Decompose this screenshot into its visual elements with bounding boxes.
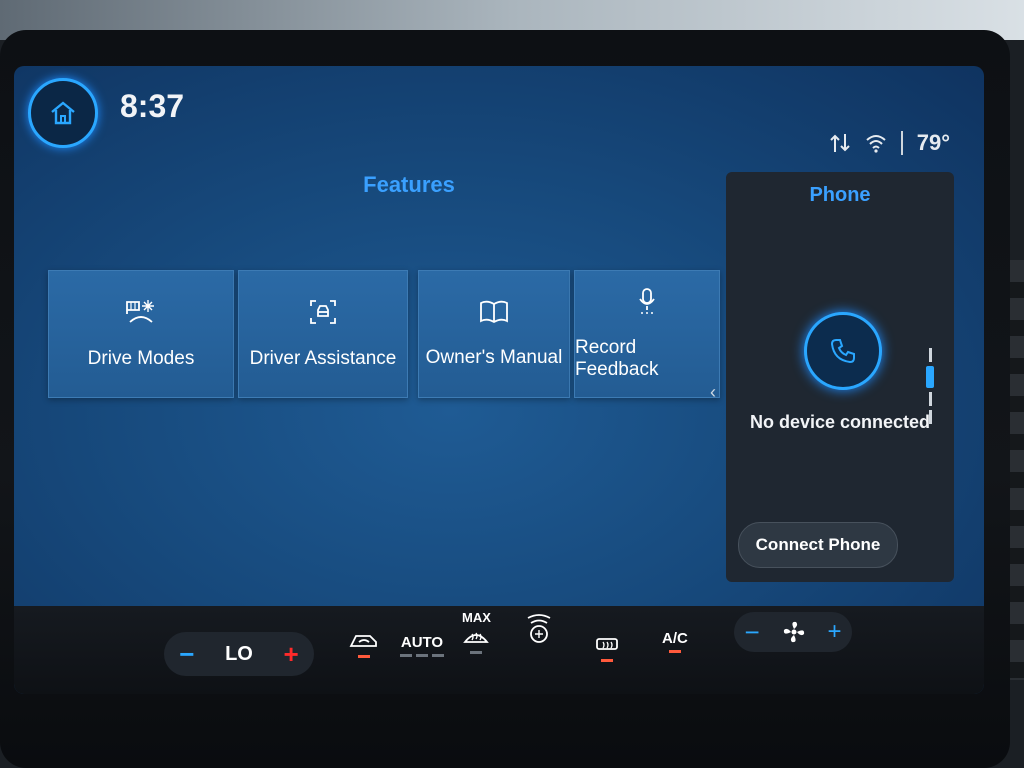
tile-owners-manual[interactable]: Owner's Manual — [418, 270, 570, 398]
max-label: MAX — [462, 610, 491, 625]
auto-indicator — [400, 654, 412, 657]
tile-label: Drive Modes — [87, 348, 195, 369]
rear-defrost-indicator — [601, 659, 613, 662]
max-defrost-button[interactable]: MAX — [462, 610, 491, 654]
infotainment-screen: 8:37 79° Features Drive Modes Driver Ass… — [14, 66, 984, 694]
fan-icon — [783, 621, 804, 643]
auto-climate-button[interactable]: AUTO — [400, 634, 444, 657]
recirculation-icon — [349, 635, 377, 647]
scroll-tick — [928, 410, 932, 424]
fan-speed-control: − + — [734, 612, 852, 652]
ac-indicator — [668, 650, 681, 653]
fan-decrease-button[interactable]: − — [744, 617, 759, 648]
tile-label: Record Feedback — [575, 337, 659, 380]
phone-title: Phone — [809, 184, 871, 206]
temperature-control: − LO + — [164, 632, 314, 676]
phone-icon — [830, 339, 855, 364]
manual-book-icon — [480, 300, 508, 324]
status-divider — [900, 131, 903, 155]
tile-label: Driver Assistance — [249, 348, 397, 369]
drive-modes-icon — [126, 300, 154, 323]
temp-setting: LO — [225, 642, 253, 665]
tile-record-feedback[interactable]: Record Feedback — [574, 270, 720, 398]
fan-increase-button[interactable]: + — [827, 618, 841, 646]
phone-status-text: No device connected — [749, 412, 931, 432]
auto-label: AUTO — [400, 634, 444, 651]
max-defrost-indicator — [470, 651, 483, 654]
signal-icon — [830, 134, 850, 152]
tile-label: Owner's Manual — [425, 347, 563, 368]
tile-drive-modes[interactable]: Drive Modes — [48, 270, 234, 398]
recirculation-button[interactable] — [348, 630, 380, 658]
recirculation-indicator — [358, 655, 370, 658]
microphone-icon — [639, 288, 655, 314]
seat-climate-button[interactable] — [522, 612, 556, 648]
rear-defrost-icon — [596, 638, 618, 650]
rear-defrost-button[interactable] — [594, 636, 620, 662]
collapse-panel-chevron-icon[interactable]: ‹ — [710, 382, 716, 403]
page-scroll-indicator[interactable] — [926, 348, 934, 428]
driver-assistance-icon — [310, 300, 336, 324]
clock: 8:37 — [120, 88, 185, 124]
temp-increase-button[interactable]: + — [283, 639, 298, 670]
scroll-tick — [928, 392, 932, 406]
climate-bar: − LO + AUTO MAX A/C − + — [14, 606, 984, 694]
climate-seat-icon — [527, 614, 551, 643]
home-button[interactable] — [28, 78, 98, 148]
auto-indicator — [432, 654, 444, 657]
connect-phone-button[interactable]: Connect Phone — [738, 522, 898, 568]
auto-indicators — [400, 654, 444, 657]
phone-button[interactable] — [804, 312, 882, 390]
status-bar: 79° — [829, 130, 950, 156]
max-defrost-icon — [463, 632, 490, 643]
ac-label: A/C — [662, 630, 688, 647]
outside-temperature: 79° — [916, 130, 950, 155]
temp-decrease-button[interactable]: − — [179, 639, 194, 670]
scroll-tick — [928, 348, 932, 362]
phone-panel: Phone No device connected Connect Phone — [726, 172, 954, 582]
home-icon — [51, 101, 75, 125]
auto-indicator — [416, 654, 428, 657]
scroll-thumb[interactable] — [926, 366, 934, 388]
tile-driver-assistance[interactable]: Driver Assistance — [238, 270, 408, 398]
wifi-icon — [866, 135, 886, 153]
features-title: Features — [363, 172, 455, 197]
ac-button[interactable]: A/C — [662, 630, 688, 653]
